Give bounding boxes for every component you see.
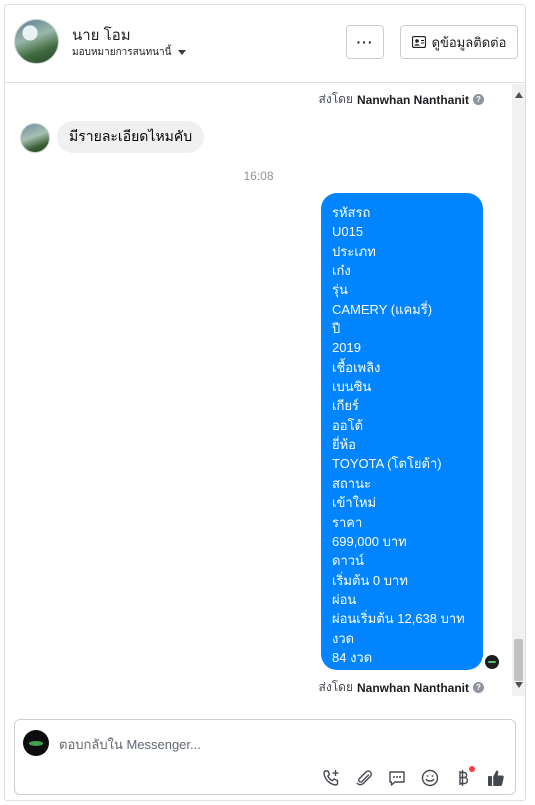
contact-card-icon — [411, 36, 426, 48]
message-line: เริ่มต้น 0 บาท — [332, 572, 408, 588]
view-contact-label: ดูข้อมูลติดต่อ — [431, 34, 507, 50]
message-line: 699,000 บาท — [332, 533, 407, 549]
conversation-header: นาย โอม มอบหมายการสนทนานี้ ··· ดูข้อมูลต… — [5, 5, 525, 83]
scroll-up-arrow-icon[interactable] — [515, 92, 523, 98]
message-line: CAMERY (แคมรี่) — [332, 301, 433, 317]
scroll-down-arrow-icon[interactable] — [515, 682, 523, 688]
message-line: ดาวน์ — [332, 553, 364, 569]
call-add-icon[interactable] — [320, 767, 342, 789]
saved-reply-icon[interactable] — [386, 767, 408, 789]
message-line: ราคา — [332, 514, 363, 530]
message-line: ปี — [332, 321, 341, 337]
conversation-thread: ส่งโดย Nanwhan Nanthanit ? มีรายละเอียดไ… — [5, 84, 512, 696]
composer-toolbar — [320, 766, 507, 789]
sent-by-name: Nanwhan Nanthanit — [356, 92, 469, 107]
sent-by-prefix: ส่งโดย — [318, 92, 353, 106]
sent-by-line-bottom: ส่งโดย Nanwhan Nanthanit ? — [319, 678, 484, 696]
message-line: ประเภท — [332, 243, 376, 259]
messenger-window: นาย โอม มอบหมายการสนทนานี้ ··· ดูข้อมูลต… — [4, 4, 526, 801]
payment-icon[interactable] — [452, 766, 475, 789]
message-line: ออโต้ — [332, 417, 364, 433]
seen-indicator-icon — [485, 655, 499, 669]
chevron-down-icon — [178, 50, 187, 55]
contact-avatar-small[interactable] — [20, 123, 50, 153]
message-line: เกียร์ — [332, 398, 359, 414]
message-line: สถานะ — [332, 475, 371, 491]
help-icon[interactable]: ? — [473, 94, 484, 105]
scroll-thumb[interactable] — [514, 639, 523, 681]
sent-by-prefix: ส่งโดย — [318, 680, 353, 694]
message-line: ผ่อน — [332, 591, 357, 607]
page-avatar — [23, 730, 49, 756]
message-line: รหัสรถ — [332, 205, 371, 220]
message-line: รุ่น — [332, 282, 348, 298]
message-line: เข้าใหม่ — [332, 495, 377, 511]
assign-conversation-dropdown[interactable]: มอบหมายการสนทนานี้ — [72, 45, 187, 60]
emoji-icon[interactable] — [419, 767, 441, 789]
message-line: ยี่ห้อ — [332, 437, 356, 453]
assign-label: มอบหมายการสนทนานี้ — [72, 47, 172, 58]
message-line: เก๋ง — [332, 263, 351, 279]
message-line: เบนซิน — [332, 379, 372, 395]
outgoing-message[interactable]: รหัสรถ U015 ประเภทเก๋งรุ่น CAMERY (แคมรี่) ป… — [321, 193, 483, 670]
sent-by-line: ส่งโดย Nanwhan Nanthanit ? — [319, 90, 484, 109]
reply-input[interactable] — [59, 737, 359, 752]
message-line: 84 งวด — [332, 649, 373, 665]
message-line: 2019 — [332, 340, 361, 356]
help-icon[interactable]: ? — [473, 682, 484, 693]
message-line: TOYOTA (โตโยต้า) — [332, 456, 442, 472]
message-line: เชื้อเพลิง — [332, 359, 381, 375]
message-timestamp: 16:08 — [243, 169, 274, 183]
view-contact-button[interactable]: ดูข้อมูลติดต่อ — [400, 25, 518, 59]
message-line: งวด — [332, 630, 355, 646]
sent-by-name: Nanwhan Nanthanit — [356, 680, 469, 695]
reply-composer — [14, 719, 516, 795]
conversation-scrollbar[interactable] — [512, 84, 525, 696]
notification-dot — [469, 766, 475, 772]
incoming-message[interactable]: มีรายละเอียดไหมคับ — [57, 121, 205, 153]
more-options-button[interactable]: ··· — [346, 25, 384, 59]
attachment-icon[interactable] — [353, 767, 375, 789]
like-icon[interactable] — [485, 767, 507, 789]
message-line: U015 — [332, 224, 364, 240]
message-line: ผ่อนเริ่มต้น 12,638 บาท — [332, 611, 465, 627]
contact-avatar[interactable] — [14, 19, 59, 64]
contact-name[interactable]: นาย โอม — [72, 23, 131, 47]
